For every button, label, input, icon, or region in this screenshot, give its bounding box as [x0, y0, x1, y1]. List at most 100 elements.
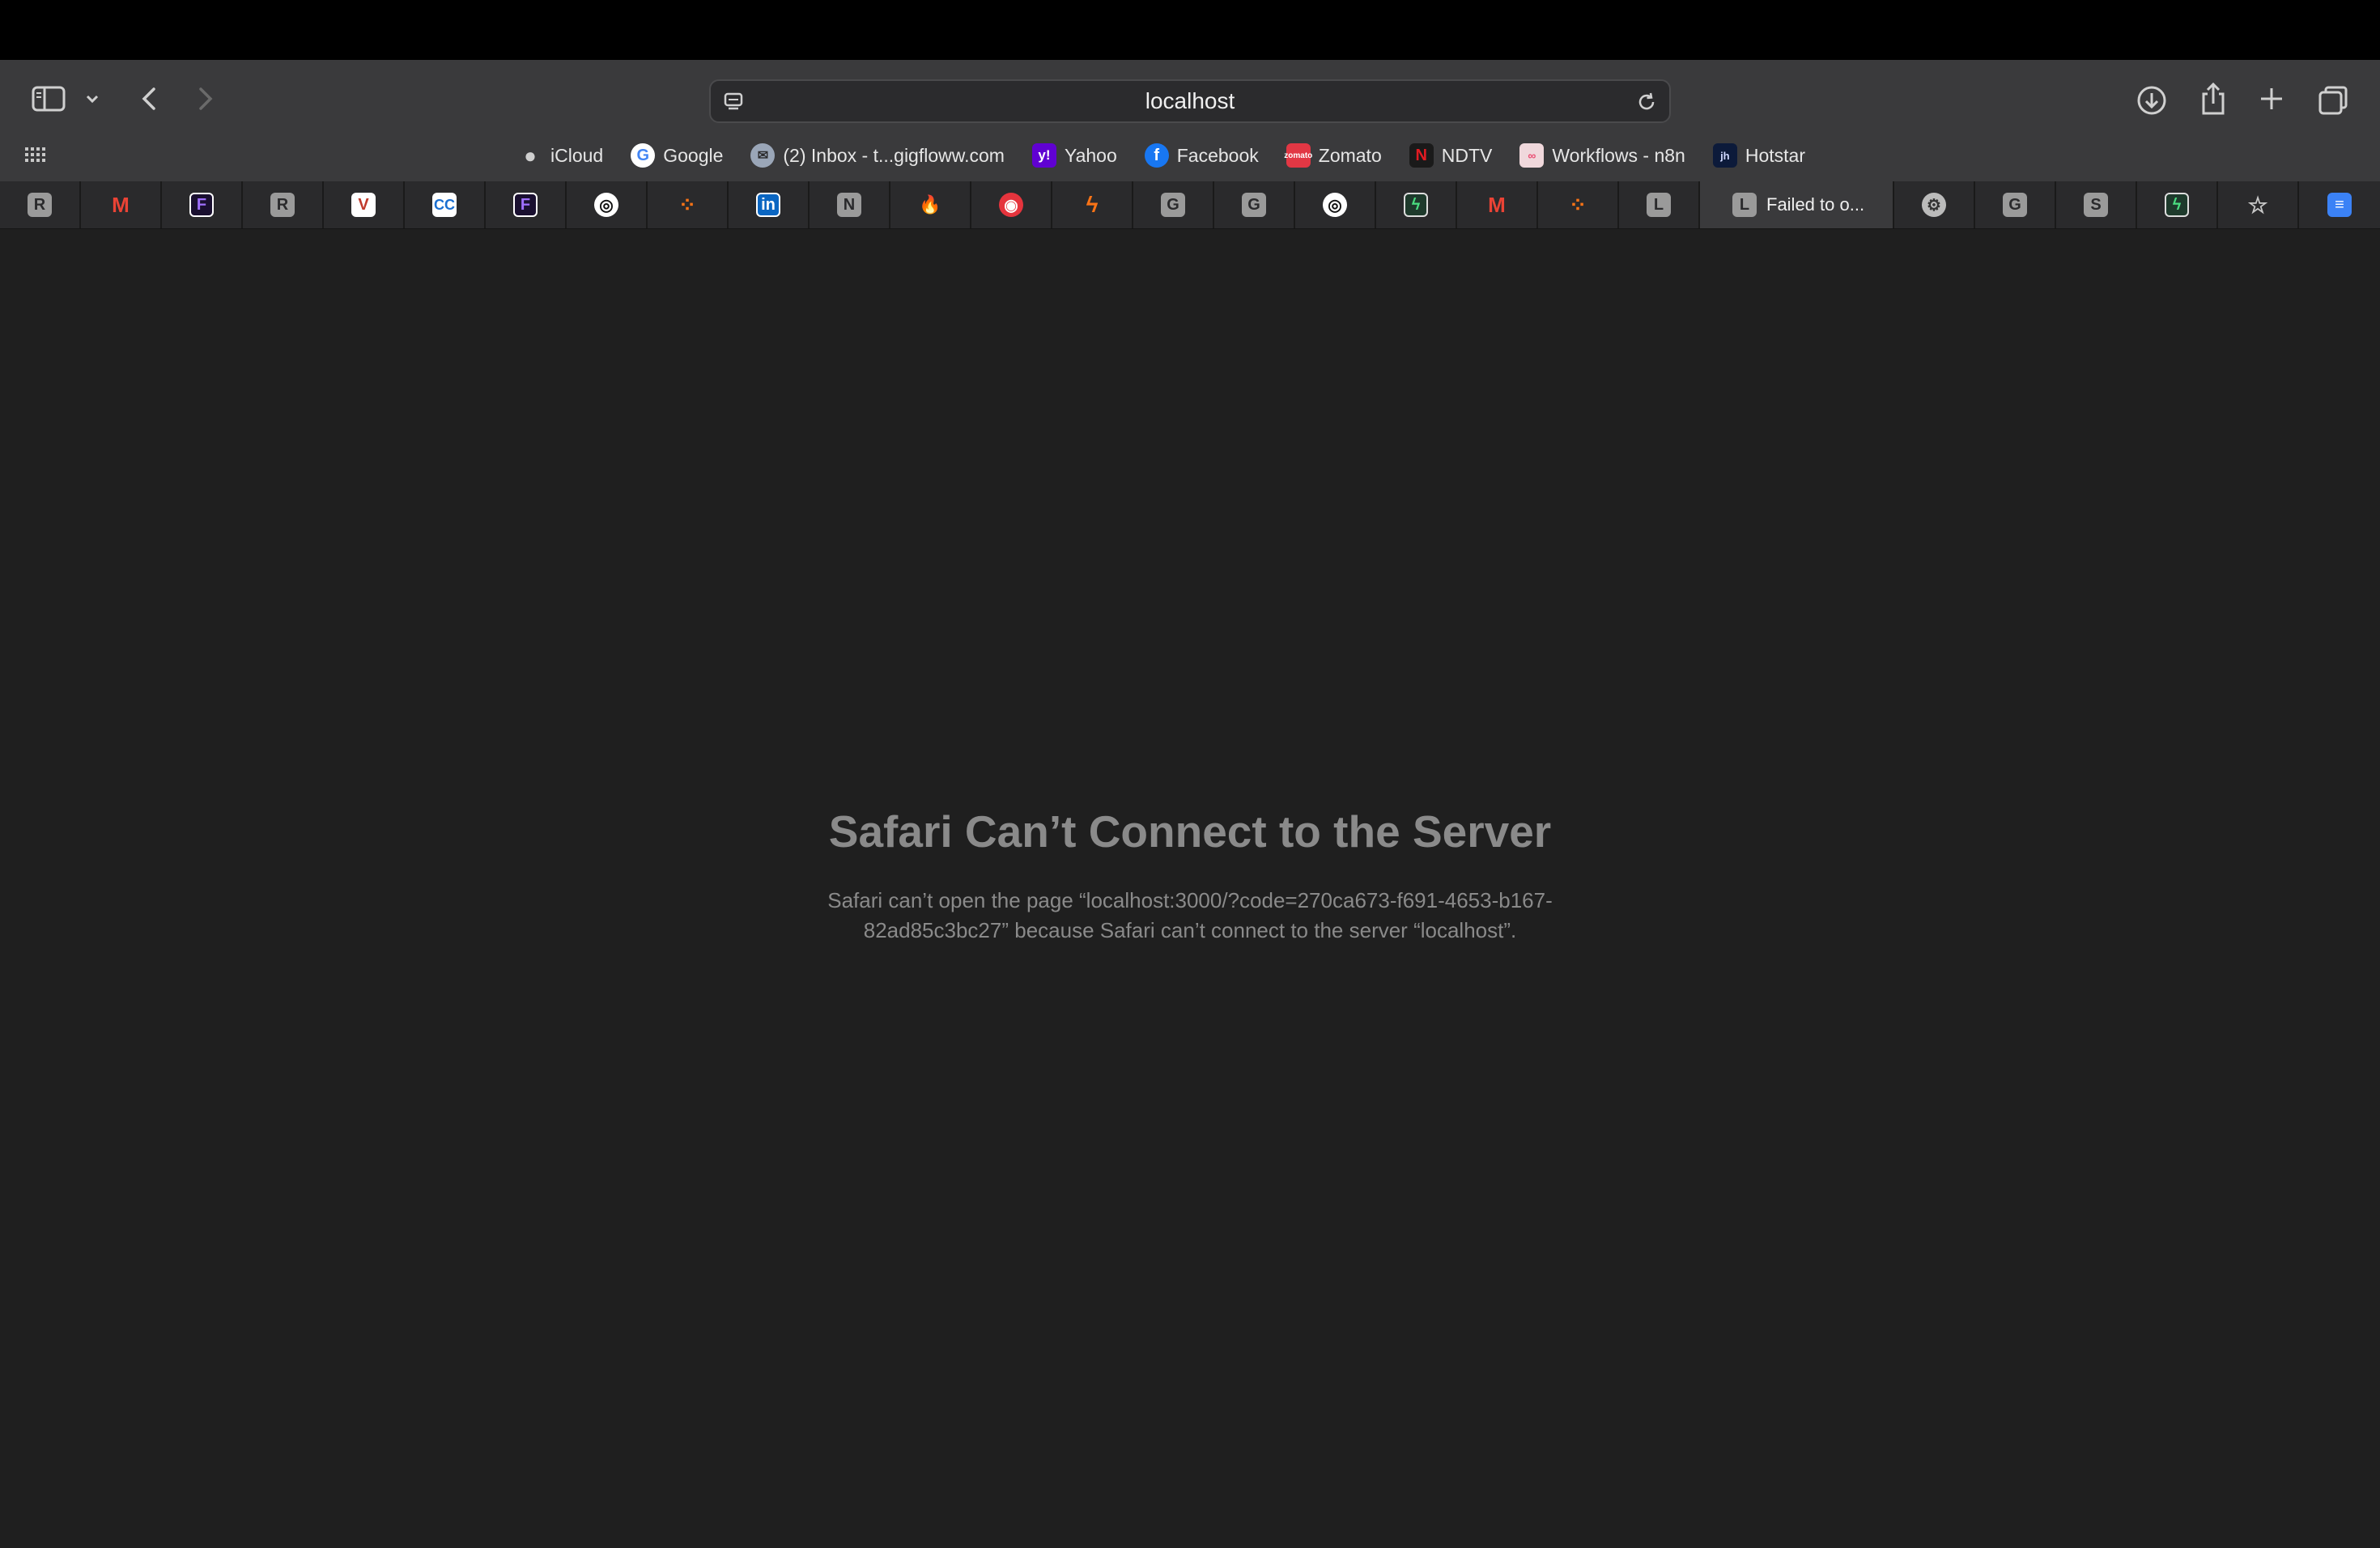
bookmark-label: Workflows - n8n	[1552, 144, 1685, 166]
tab-item[interactable]: ◎	[1295, 181, 1376, 228]
chevron-down-icon	[86, 95, 99, 104]
sidebar-toggle-button[interactable]	[31, 84, 66, 113]
bookmark-label: Facebook	[1176, 144, 1259, 166]
tab-item[interactable]: V	[324, 181, 405, 228]
favicon-g-icon: G	[1242, 193, 1266, 217]
framer-icon: F	[189, 193, 214, 217]
yahoo-icon: y!	[1031, 143, 1056, 168]
tab-item[interactable]: ϟ	[1052, 181, 1133, 228]
tab-item[interactable]: ϟ	[1376, 181, 1457, 228]
framer-icon: F	[513, 193, 538, 217]
bookmark-label: Hotstar	[1745, 144, 1805, 166]
lightning-icon: ϟ	[1086, 192, 1099, 217]
bookmark-zomato[interactable]: zomato Zomato	[1284, 141, 1382, 170]
new-tab-button[interactable]	[2257, 84, 2286, 113]
chatgpt-icon: ◎	[1323, 193, 1347, 217]
supabase-icon: ϟ	[1404, 193, 1428, 217]
tab-item[interactable]: ◉	[971, 181, 1052, 228]
tab-active[interactable]: L Failed to o...	[1700, 181, 1894, 228]
share-icon	[2202, 82, 2225, 115]
bookmark-label: Yahoo	[1064, 144, 1117, 166]
tab-item[interactable]: ◎	[567, 181, 648, 228]
favicon-g-icon: G	[2003, 193, 2027, 217]
target-icon: ◉	[999, 193, 1023, 217]
bookmark-n8n[interactable]: ∞ Workflows - n8n	[1519, 141, 1685, 170]
tab-item[interactable]: CC	[405, 181, 486, 228]
tab-item[interactable]: F	[486, 181, 567, 228]
bookmark-icloud[interactable]: ● iCloud	[518, 141, 603, 170]
tab-item[interactable]: R	[243, 181, 324, 228]
linkedin-icon: in	[756, 193, 780, 217]
tab-item[interactable]: ≡	[2299, 181, 2380, 228]
gmail-icon: M	[112, 192, 130, 217]
bookmark-facebook[interactable]: f Facebook	[1144, 141, 1259, 170]
error-message: Safari can’t open the page “localhost:30…	[827, 888, 1553, 942]
sidebar-icon	[32, 86, 66, 112]
favorites-bar: ● iCloud G Google ✉ (2) Inbox - t...gigf…	[0, 138, 2380, 173]
tab-item[interactable]: ⁘	[648, 181, 729, 228]
tab-item[interactable]: ☆	[2218, 181, 2299, 228]
tab-item[interactable]: S	[2056, 181, 2137, 228]
error-title: Safari Can’t Connect to the Server	[828, 806, 1552, 857]
shield-logo-icon: V	[351, 193, 376, 217]
favicon-s-icon: S	[2084, 193, 2108, 217]
tab-group-dropdown[interactable]	[84, 91, 100, 107]
chatgpt-icon: ◎	[594, 193, 618, 217]
zomato-icon: zomato	[1284, 143, 1312, 168]
apps-grid-icon[interactable]	[24, 146, 45, 165]
star-icon: ☆	[2247, 192, 2268, 218]
bookmark-google[interactable]: G Google	[631, 141, 723, 170]
bookmark-yahoo[interactable]: y! Yahoo	[1031, 141, 1117, 170]
favicon-r-icon: R	[28, 193, 52, 217]
apple-icon: ●	[524, 142, 537, 168]
bookmark-label: iCloud	[550, 144, 604, 166]
tab-item[interactable]: M	[1457, 181, 1538, 228]
tab-item[interactable]: G	[1975, 181, 2056, 228]
ndtv-icon: N	[1409, 143, 1434, 168]
back-button[interactable]	[138, 84, 162, 113]
bookmark-inbox[interactable]: ✉ (2) Inbox - t...gigfloww.com	[750, 141, 1005, 170]
cc-icon: CC	[432, 193, 457, 217]
tab-item[interactable]: R	[0, 181, 81, 228]
google-docs-icon: ≡	[2327, 193, 2352, 217]
tab-item[interactable]: ⚙	[1894, 181, 1975, 228]
tab-item[interactable]: L	[1619, 181, 1700, 228]
downloads-button[interactable]	[2136, 84, 2168, 117]
favicon-r-icon: R	[270, 193, 295, 217]
chevron-left-icon	[142, 87, 155, 110]
download-icon	[2137, 86, 2166, 115]
reload-icon[interactable]	[1635, 91, 1658, 113]
google-icon: G	[631, 143, 656, 168]
bookmark-label: (2) Inbox - t...gigfloww.com	[783, 144, 1005, 166]
bookmark-label: Google	[663, 144, 724, 166]
tab-item[interactable]: ⁘	[1538, 181, 1619, 228]
n8n-icon: ∞	[1519, 143, 1545, 168]
forward-button[interactable]	[193, 84, 217, 113]
tab-item[interactable]: G	[1214, 181, 1295, 228]
dots-logo-icon: ⁘	[1569, 192, 1587, 217]
share-button[interactable]	[2197, 81, 2229, 117]
dots-logo-icon: ⁘	[678, 192, 696, 217]
gmail-icon: M	[1488, 192, 1506, 217]
bookmark-label: Zomato	[1318, 144, 1382, 166]
tab-item[interactable]: in	[729, 181, 810, 228]
bookmark-hotstar[interactable]: jh Hotstar	[1712, 141, 1805, 170]
plus-icon	[2261, 88, 2282, 109]
tab-title: Failed to o...	[1766, 194, 1865, 215]
tab-bar: R M F R V CC F ◎ ⁘ in N 🔥 ◉ ϟ G G ◎ ϟ M …	[0, 181, 2380, 229]
tab-item[interactable]: N	[810, 181, 890, 228]
tab-item[interactable]: M	[81, 181, 162, 228]
tab-item[interactable]: G	[1133, 181, 1214, 228]
supabase-icon: ϟ	[2165, 193, 2189, 217]
settings-icon: ⚙	[1922, 193, 1946, 217]
hotstar-icon: jh	[1712, 143, 1737, 168]
url-text[interactable]: localhost	[711, 81, 1669, 121]
address-bar[interactable]: localhost	[709, 79, 1671, 123]
fire-icon: 🔥	[919, 194, 941, 215]
bookmark-ndtv[interactable]: N NDTV	[1409, 141, 1492, 170]
tab-item[interactable]: F	[162, 181, 243, 228]
tab-item[interactable]: 🔥	[890, 181, 971, 228]
menu-bar	[0, 0, 2380, 60]
tab-overview-button[interactable]	[2317, 84, 2349, 117]
tab-item[interactable]: ϟ	[2137, 181, 2218, 228]
